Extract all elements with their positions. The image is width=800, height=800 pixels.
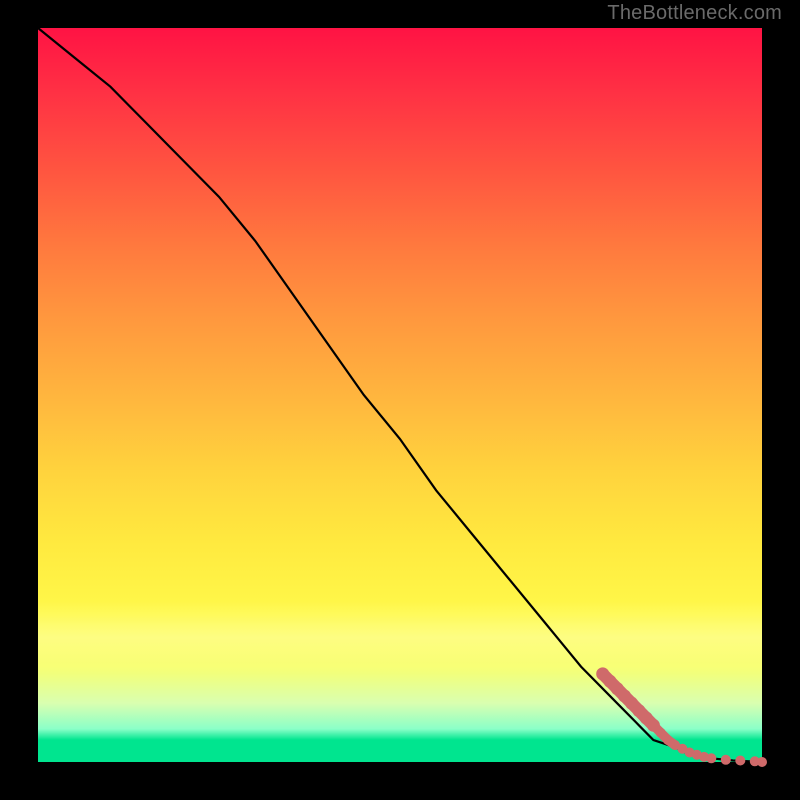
chart-container: TheBottleneck.com xyxy=(0,0,800,800)
attribution-text: TheBottleneck.com xyxy=(607,2,782,25)
curve-line xyxy=(38,28,762,762)
chart-overlay xyxy=(38,28,762,762)
plot-area xyxy=(38,28,762,762)
tail-markers xyxy=(596,667,767,767)
